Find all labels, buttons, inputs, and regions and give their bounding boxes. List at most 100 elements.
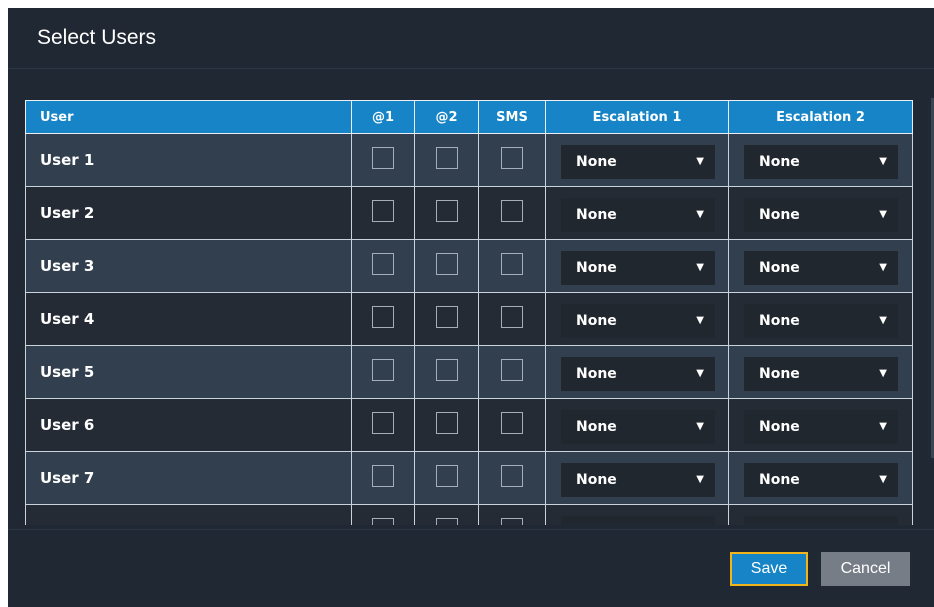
user-name-cell: User 6 [25,398,352,452]
escalation-2-select[interactable]: ▼ [744,515,898,525]
triangle-down-icon: ▼ [879,367,887,379]
checkbox-cell-at2 [414,292,479,346]
save-button[interactable]: Save [730,552,808,586]
checkbox-cell-at1 [351,239,415,293]
checkbox-cell-at2 [414,345,479,399]
select-value: None [759,153,800,170]
table-row: User 1 None ▼ None ▼ [25,133,913,187]
users-table: User @1 @2 SMS Escalation 1 Escalation 2… [25,100,913,525]
checkbox-at1[interactable] [372,200,394,222]
escalation-2-select[interactable]: None ▼ [744,303,898,338]
triangle-down-icon: ▼ [696,420,704,432]
checkbox-sms[interactable] [501,359,523,381]
user-name-cell: User 3 [25,239,352,293]
escalation-cell: None ▼ [545,292,729,346]
escalation-2-select[interactable]: None ▼ [744,144,898,179]
footer-divider [8,529,934,530]
checkbox-cell-at1 [351,451,415,505]
checkbox-sms[interactable] [501,200,523,222]
select-value: None [759,418,800,435]
checkbox-cell-at1 [351,186,415,240]
select-value: None [759,365,800,382]
table-row: User 7 None ▼ None ▼ [25,451,913,505]
users-table-scroll-area[interactable]: User @1 @2 SMS Escalation 1 Escalation 2… [25,100,913,525]
select-value: None [576,259,617,276]
escalation-1-select[interactable]: ▼ [561,515,715,525]
user-name-cell: User 5 [25,345,352,399]
checkbox-at1[interactable] [372,518,394,525]
escalation-1-select[interactable]: None ▼ [561,462,715,497]
checkbox-at2[interactable] [435,518,458,525]
select-value: None [759,259,800,276]
column-header-escalation-1: Escalation 1 [545,100,729,134]
select-value: None [759,471,800,488]
triangle-down-icon: ▼ [879,473,887,485]
triangle-down-icon: ▼ [879,314,887,326]
user-name-cell: User 2 [25,186,352,240]
checkbox-sms[interactable] [501,412,523,434]
checkbox-sms[interactable] [501,306,523,328]
escalation-2-select[interactable]: None ▼ [744,462,898,497]
checkbox-at2[interactable] [435,200,458,222]
dialog-header: Select Users [8,8,934,69]
triangle-down-icon: ▼ [696,155,704,167]
escalation-1-select[interactable]: None ▼ [561,250,715,285]
escalation-2-select[interactable]: None ▼ [744,197,898,232]
select-value: None [759,206,800,223]
checkbox-at2[interactable] [435,412,458,434]
checkbox-cell-sms [478,451,546,505]
user-name-cell: User 1 [25,133,352,187]
escalation-cell: None ▼ [545,398,729,452]
escalation-cell: None ▼ [545,345,729,399]
triangle-down-icon: ▼ [879,261,887,273]
escalation-cell: None ▼ [728,451,913,505]
escalation-2-select[interactable]: None ▼ [744,356,898,391]
checkbox-at2[interactable] [435,147,458,169]
triangle-down-icon: ▼ [879,420,887,432]
checkbox-cell-at1 [351,292,415,346]
checkbox-sms[interactable] [501,465,523,487]
checkbox-cell-at2 [414,239,479,293]
checkbox-cell-at2 [414,398,479,452]
checkbox-cell-sms [478,345,546,399]
checkbox-cell-at2 [414,504,479,525]
user-name-cell: User 4 [25,292,352,346]
escalation-cell: None ▼ [728,345,913,399]
checkbox-sms[interactable] [501,253,523,275]
checkbox-at1[interactable] [372,359,394,381]
checkbox-cell-at2 [414,186,479,240]
checkbox-at1[interactable] [372,465,394,487]
escalation-1-select[interactable]: None ▼ [561,144,715,179]
checkbox-at1[interactable] [372,306,394,328]
column-header-at2: @2 [414,100,479,134]
checkbox-at1[interactable] [372,253,394,275]
checkbox-at2[interactable] [435,465,458,487]
escalation-cell: None ▼ [545,451,729,505]
escalation-1-select[interactable]: None ▼ [561,197,715,232]
checkbox-at2[interactable] [435,359,458,381]
escalation-1-select[interactable]: None ▼ [561,356,715,391]
escalation-1-select[interactable]: None ▼ [561,303,715,338]
triangle-down-icon: ▼ [696,208,704,220]
column-header-sms: SMS [478,100,546,134]
checkbox-at2[interactable] [435,253,458,275]
checkbox-sms[interactable] [501,147,523,169]
table-row: User 5 None ▼ None ▼ [25,345,913,399]
checkbox-at1[interactable] [372,412,394,434]
cancel-button[interactable]: Cancel [821,552,910,586]
select-value: None [759,312,800,329]
table-row: ▼▼ [25,504,913,525]
checkbox-sms[interactable] [501,518,523,525]
escalation-2-select[interactable]: None ▼ [744,409,898,444]
checkbox-at1[interactable] [372,147,394,169]
escalation-1-select[interactable]: None ▼ [561,409,715,444]
escalation-2-select[interactable]: None ▼ [744,250,898,285]
table-header-row: User @1 @2 SMS Escalation 1 Escalation 2 [25,100,913,134]
escalation-cell: None ▼ [728,186,913,240]
checkbox-cell-at2 [414,451,479,505]
triangle-down-icon: ▼ [879,155,887,167]
select-users-dialog: Select Users User @1 @2 SMS Escalation 1… [8,8,934,607]
checkbox-cell-sms [478,398,546,452]
checkbox-at2[interactable] [435,306,458,328]
user-name-cell: User 7 [25,451,352,505]
